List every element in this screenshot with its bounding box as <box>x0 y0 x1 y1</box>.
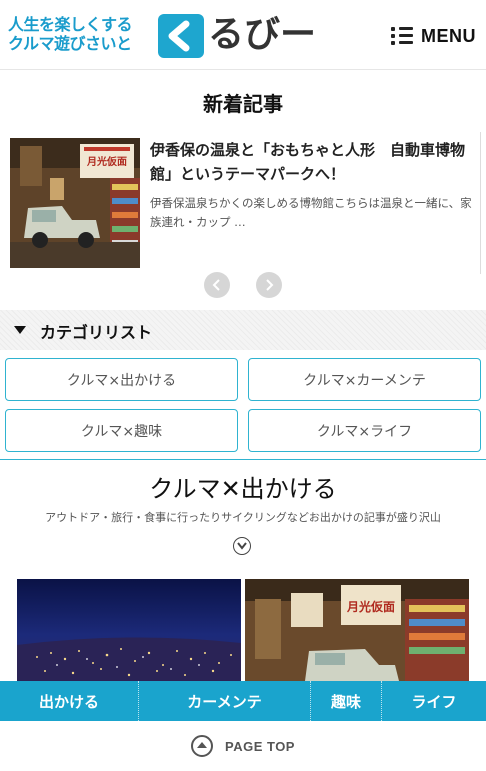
featured-card-image-night-view[interactable] <box>17 579 241 681</box>
featured-category-title: クルマ✕出かける <box>149 475 337 503</box>
bottom-nav: 出かける カーメンテ 趣味 ライフ <box>0 681 486 721</box>
chevron-left-icon <box>212 279 220 291</box>
featured-card-image-museum[interactable]: 月光仮面 <box>245 579 469 681</box>
site-logo[interactable]: るびー <box>208 12 316 58</box>
menu-icon <box>391 26 413 46</box>
bottom-nav-outing[interactable]: 出かける <box>0 681 139 721</box>
chevron-down-circle-icon[interactable] <box>233 537 251 555</box>
article-body: 伊香保の温泉と「おもちゃと人形 自動車博物館」というテーマパークへ！ 伊香保温泉… <box>150 138 476 232</box>
chevron-right-icon <box>266 279 274 291</box>
article-slide[interactable]: 月光仮面 伊香保の温泉と「おもちゃと人形 自動車博物館」というテーマパークへ！ … <box>0 132 486 274</box>
category-button-outing[interactable]: クルマ×出かける <box>5 358 238 401</box>
site-header: 人生を楽しくする クルマ遊びさいと るびー MENU <box>0 0 486 70</box>
slider-divider <box>480 132 481 274</box>
triangle-down-icon <box>14 326 26 334</box>
bottom-nav-life[interactable]: ライフ <box>382 681 486 721</box>
menu-label: MENU <box>421 25 476 46</box>
tagline-line-1: 人生を楽しくする <box>8 15 133 34</box>
page-top-label: PAGE TOP <box>225 738 295 754</box>
svg-text:月光仮面: 月光仮面 <box>86 155 127 168</box>
logo-mark-icon[interactable] <box>158 14 204 58</box>
category-divider <box>0 459 486 460</box>
bottom-nav-hobby[interactable]: 趣味 <box>311 681 382 721</box>
page-top-button[interactable]: PAGE TOP <box>0 733 486 759</box>
article-thumbnail[interactable]: 月光仮面 <box>10 138 140 268</box>
slider-prev-button[interactable] <box>204 272 230 298</box>
new-articles-heading: 新着記事 <box>203 92 283 116</box>
tagline-line-2: クルマ遊びさいと <box>8 34 132 53</box>
article-title[interactable]: 伊香保の温泉と「おもちゃと人形 自動車博物館」というテーマパークへ！ <box>150 138 476 186</box>
article-excerpt: 伊香保温泉ちかくの楽しめる博物館こちらは温泉と一緒に、家族連れ・カップ … <box>150 196 472 229</box>
category-button-maintenance[interactable]: クルマ×カーメンテ <box>248 358 481 401</box>
category-button-life[interactable]: クルマ×ライフ <box>248 409 481 452</box>
site-tagline[interactable]: 人生を楽しくする クルマ遊びさいと <box>8 15 154 53</box>
svg-text:月光仮面: 月光仮面 <box>346 599 395 614</box>
featured-category-description: アウトドア・旅行・食事に行ったりサイクリングなどお出かけの記事が盛り沢山 <box>45 511 441 524</box>
menu-button[interactable]: MENU <box>391 22 476 50</box>
category-list-title: カテゴリリスト <box>40 323 153 342</box>
slider-next-button[interactable] <box>256 272 282 298</box>
bottom-nav-maintenance[interactable]: カーメンテ <box>139 681 311 721</box>
arrow-up-circle-icon <box>191 735 213 757</box>
category-button-hobby[interactable]: クルマ×趣味 <box>5 409 238 452</box>
category-list-header[interactable]: カテゴリリスト <box>0 310 486 350</box>
